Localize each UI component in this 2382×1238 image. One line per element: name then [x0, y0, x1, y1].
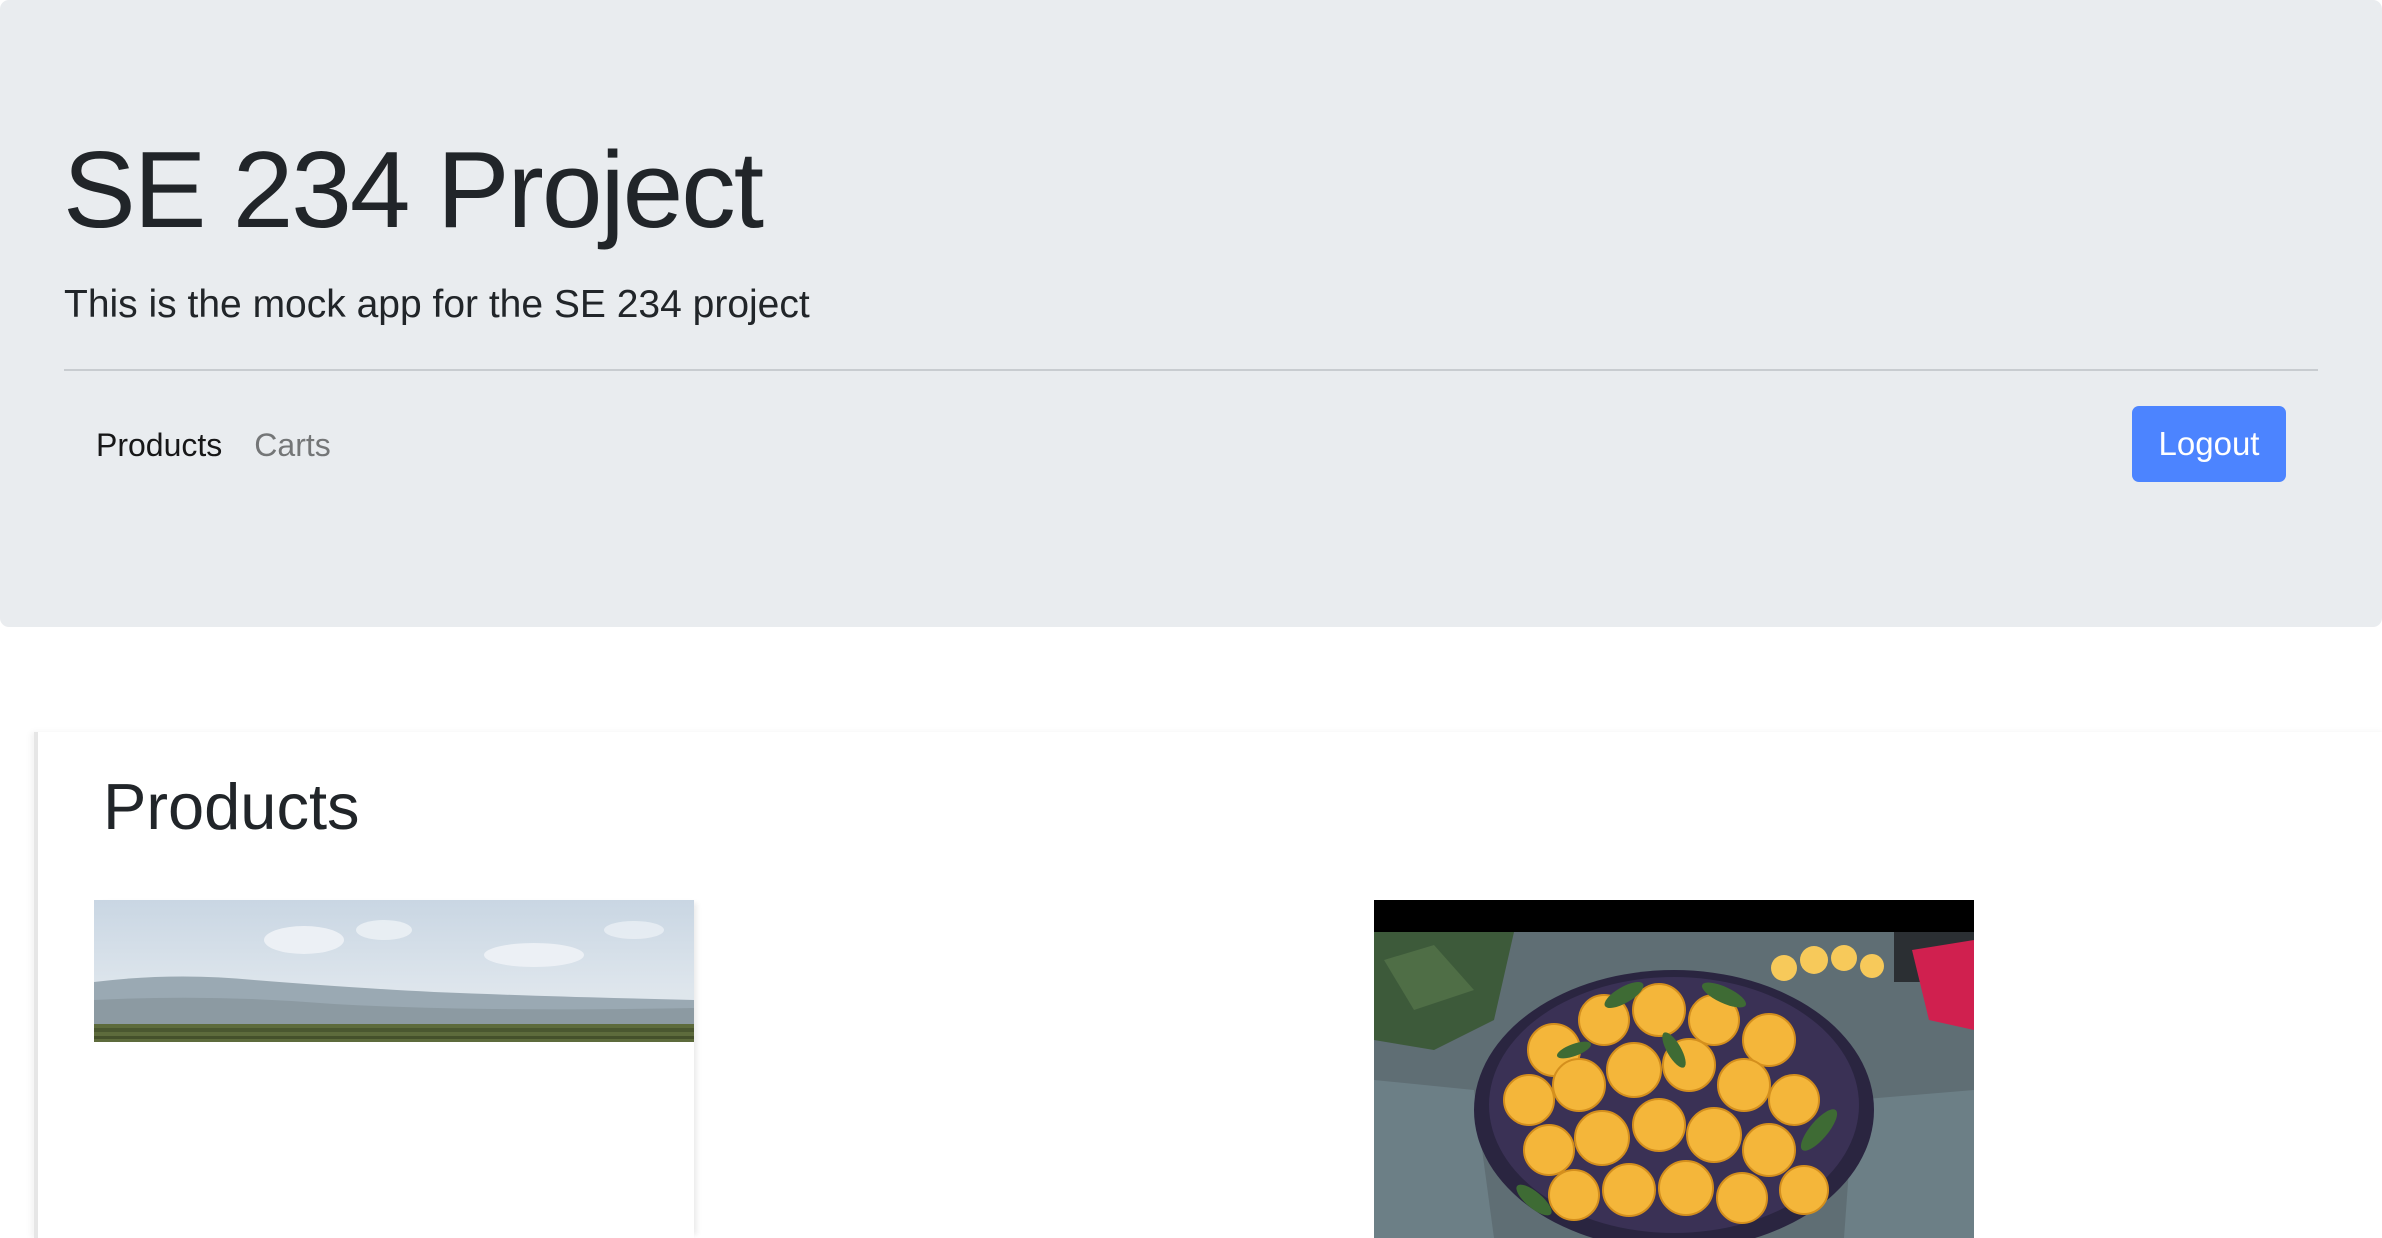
page-title: SE 234 Project — [63, 129, 764, 251]
product-card[interactable] — [1374, 900, 1974, 1238]
header-divider — [64, 369, 2318, 371]
nav-link-carts[interactable]: Carts — [238, 418, 346, 472]
logout-button[interactable]: Logout — [2132, 406, 2286, 482]
page-subtitle: This is the mock app for the SE 234 proj… — [64, 283, 810, 326]
product-card[interactable] — [94, 900, 694, 1238]
product-image-oranges[interactable] — [1374, 900, 1974, 1238]
nav-link-products[interactable]: Products — [80, 418, 238, 472]
products-heading: Products — [103, 770, 360, 843]
product-image-landscape[interactable] — [94, 900, 694, 1042]
main-nav: Products Carts — [80, 410, 347, 480]
